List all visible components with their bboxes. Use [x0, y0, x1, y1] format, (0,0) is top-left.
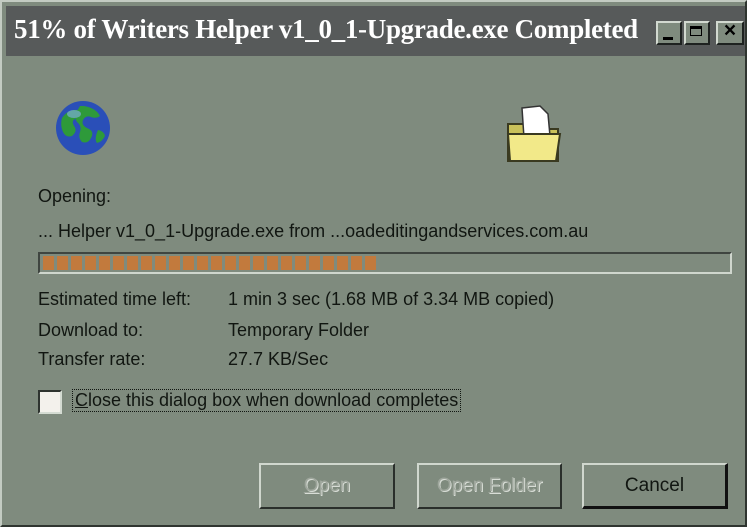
opening-label: Opening: [38, 186, 112, 206]
download-to-value: Temporary Folder [228, 320, 370, 340]
title-bar[interactable]: 51% of Writers Helper v1_0_1-Upgrade.exe… [6, 6, 745, 56]
open-folder-button[interactable]: Open Folder [417, 463, 562, 509]
download-to-label: Download to: [38, 320, 144, 340]
globe-icon [56, 101, 110, 155]
minimize-button[interactable] [656, 21, 682, 45]
estimated-time-value: 1 min 3 sec (1.68 MB of 3.34 MB copied) [228, 289, 555, 309]
transfer-rate-label: Transfer rate: [38, 349, 146, 369]
open-button[interactable]: Open [259, 463, 395, 509]
close-on-complete-label[interactable]: Close this dialog box when download comp… [72, 389, 462, 412]
close-button[interactable]: × [716, 19, 744, 45]
window-title: 51% of Writers Helper v1_0_1-Upgrade.exe… [14, 14, 638, 44]
cancel-button[interactable]: Cancel [582, 463, 728, 509]
transfer-rate-value: 27.7 KB/Sec [228, 349, 329, 369]
maximize-button[interactable] [684, 21, 710, 45]
download-dialog: 51% of Writers Helper v1_0_1-Upgrade.exe… [0, 0, 747, 527]
progress-fill [43, 256, 376, 270]
close-on-complete-checkbox[interactable] [38, 390, 62, 414]
download-progress-bar [38, 252, 732, 274]
estimated-time-label: Estimated time left: [38, 289, 192, 309]
close-icon: × [723, 19, 737, 42]
download-source-text: ... Helper v1_0_1-Upgrade.exe from ...oa… [38, 221, 589, 241]
folder-icon [506, 105, 562, 162]
